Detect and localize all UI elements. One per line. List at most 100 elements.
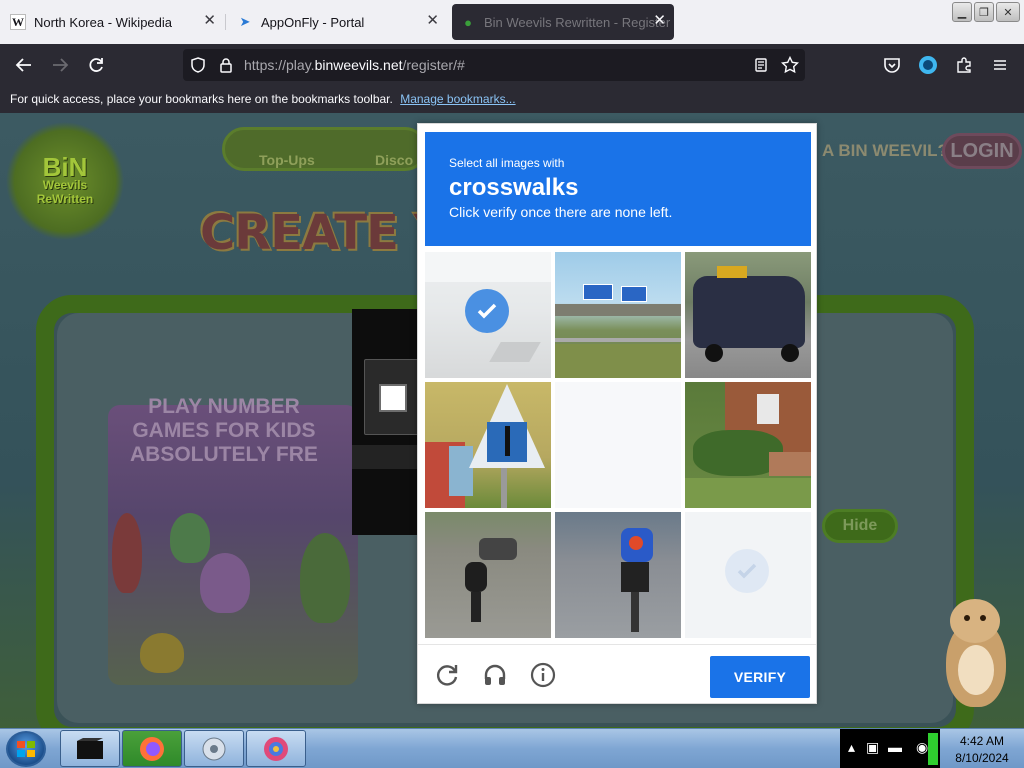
logo-subtext: ReWritten — [36, 192, 94, 206]
restore-icon[interactable]: ❐ — [974, 2, 994, 22]
tab-bin-weevils[interactable]: ● Bin Weevils Rewritten - Register ✕ — [452, 4, 674, 40]
tile-image — [685, 382, 811, 508]
tile-image — [425, 512, 551, 638]
system-clock[interactable]: 4:42 AM 8/10/2024 — [940, 731, 1024, 767]
tab-apponfly[interactable]: ➤ AppOnFly - Portal ✕ — [227, 4, 447, 40]
wikipedia-icon: W — [10, 14, 26, 30]
back-arrow-icon[interactable] — [12, 53, 36, 77]
info-icon[interactable] — [528, 660, 558, 690]
bookmark-star-icon[interactable] — [779, 54, 801, 76]
refresh-icon[interactable] — [432, 660, 462, 690]
tile-image — [685, 252, 811, 378]
url-text[interactable]: https://play.binweevils.net/register/# — [244, 57, 465, 73]
tab-strip: W North Korea - Wikipedia ✕ ➤ AppOnFly -… — [0, 0, 1024, 44]
tab-title: Bin Weevils Rewritten - Register — [484, 14, 671, 30]
bookmarks-message: For quick access, place your bookmarks h… — [10, 92, 393, 106]
tab-wikipedia[interactable]: W North Korea - Wikipedia ✕ — [0, 4, 224, 40]
close-window-icon[interactable]: ✕ — [996, 2, 1020, 22]
bin-weevils-icon: ● — [464, 14, 472, 30]
captcha-tile[interactable] — [425, 252, 551, 378]
terminal-icon[interactable] — [60, 730, 120, 767]
lock-icon[interactable] — [215, 54, 237, 76]
tile-image — [555, 252, 681, 378]
captcha-challenge: Select all images with crosswalks Click … — [417, 123, 817, 704]
captcha-tile[interactable] — [685, 252, 811, 378]
beaker-illustration — [140, 633, 184, 673]
login-button[interactable]: LOGIN — [942, 133, 1022, 169]
bin-weevils-logo[interactable]: BiN Weevils ReWritten — [6, 121, 124, 241]
tile-image — [555, 382, 681, 508]
top-nav: Top-Ups Disco — [222, 127, 427, 171]
logo-text: BiN — [42, 152, 88, 182]
pocket-icon[interactable] — [880, 53, 904, 77]
monitor-icon[interactable]: ▬ — [888, 739, 902, 755]
hamster-head — [950, 599, 1000, 643]
captcha-tile[interactable] — [555, 382, 681, 508]
hamster-eye — [964, 615, 970, 621]
clock-time: 4:42 AM — [959, 734, 1005, 748]
tile-image — [555, 512, 681, 638]
account-avatar-icon[interactable] — [916, 53, 940, 77]
shield-icon[interactable] — [187, 54, 209, 76]
system-tray: ▴ ▣ ▬ ◉ — [840, 729, 940, 768]
beaker-illustration — [200, 553, 250, 613]
close-tab-icon[interactable]: ✕ — [426, 13, 439, 29]
extensions-icon[interactable] — [952, 53, 976, 77]
firefox-icon[interactable] — [122, 730, 182, 767]
captcha-grid — [425, 252, 811, 638]
captcha-checkbox[interactable] — [379, 384, 407, 412]
start-button[interactable] — [6, 731, 46, 767]
window-controls: ▁ ❐ ✕ — [952, 2, 1020, 22]
close-tab-icon[interactable]: ✕ — [653, 13, 666, 29]
hamster-belly — [958, 645, 994, 695]
verify-button[interactable]: VERIFY — [710, 656, 810, 698]
captcha-tile[interactable] — [425, 382, 551, 508]
browser-swirl-icon[interactable] — [246, 730, 306, 767]
manage-bookmarks-link[interactable]: Manage bookmarks... — [400, 92, 515, 106]
volume-icon[interactable]: ◉ — [916, 739, 928, 756]
tab-title: North Korea - Wikipedia — [34, 14, 172, 30]
captcha-hint: Click verify once there are none left. — [449, 204, 673, 220]
selected-check-icon — [725, 549, 769, 593]
page-title: CREATE Y — [200, 205, 448, 261]
media-icon[interactable] — [184, 730, 244, 767]
reload-icon[interactable] — [84, 53, 108, 77]
nav-topups[interactable]: Top-Ups — [259, 152, 315, 168]
network-icon[interactable]: ▣ — [866, 739, 879, 756]
paper-plane-icon: ➤ — [239, 14, 251, 29]
tab-title: AppOnFly - Portal — [261, 14, 365, 30]
captcha-target: crosswalks — [449, 174, 579, 201]
menu-hamburger-icon[interactable] — [988, 53, 1012, 77]
forward-arrow-icon[interactable] — [48, 53, 72, 77]
selected-check-icon — [465, 289, 509, 333]
captcha-tile[interactable] — [425, 512, 551, 638]
windows-taskbar: ▴ ▣ ▬ ◉ 4:42 AM 8/10/2024 — [0, 728, 1024, 768]
hide-button[interactable]: Hide — [822, 509, 898, 543]
captcha-instruction: Select all images with — [449, 156, 565, 170]
clock-date: 8/10/2024 — [955, 751, 1009, 765]
bookmarks-toolbar: For quick access, place your bookmarks h… — [0, 86, 1024, 113]
captcha-tile[interactable] — [685, 512, 811, 638]
hamster-mascot — [938, 599, 1014, 707]
captcha-footer: VERIFY — [418, 644, 816, 704]
tab-separator — [225, 14, 226, 30]
captcha-tile[interactable] — [685, 382, 811, 508]
captcha-tile[interactable] — [555, 252, 681, 378]
nav-discord[interactable]: Disco — [375, 152, 413, 168]
captcha-tile[interactable] — [555, 512, 681, 638]
overlay-strip — [352, 445, 420, 469]
address-bar[interactable]: https://play.binweevils.net/register/# — [183, 49, 805, 81]
minimize-icon[interactable]: ▁ — [952, 2, 972, 22]
activity-bar — [928, 733, 938, 765]
captcha-header: Select all images with crosswalks Click … — [425, 132, 811, 246]
question-text: A BIN WEEVIL? — [822, 141, 948, 160]
audio-headphones-icon[interactable] — [480, 660, 510, 690]
beaker-illustration — [170, 513, 210, 563]
captcha-checkbox-card — [364, 359, 424, 435]
game-card-text: PLAY NUMBER GAMES FOR KIDS ABSOLUTELY FR… — [130, 395, 318, 466]
close-tab-icon[interactable]: ✕ — [203, 13, 216, 29]
tray-expand-icon[interactable]: ▴ — [848, 739, 855, 756]
reader-view-icon[interactable] — [750, 54, 772, 76]
navigation-toolbar: https://play.binweevils.net/register/# — [0, 44, 1024, 86]
tile-image — [425, 382, 551, 508]
